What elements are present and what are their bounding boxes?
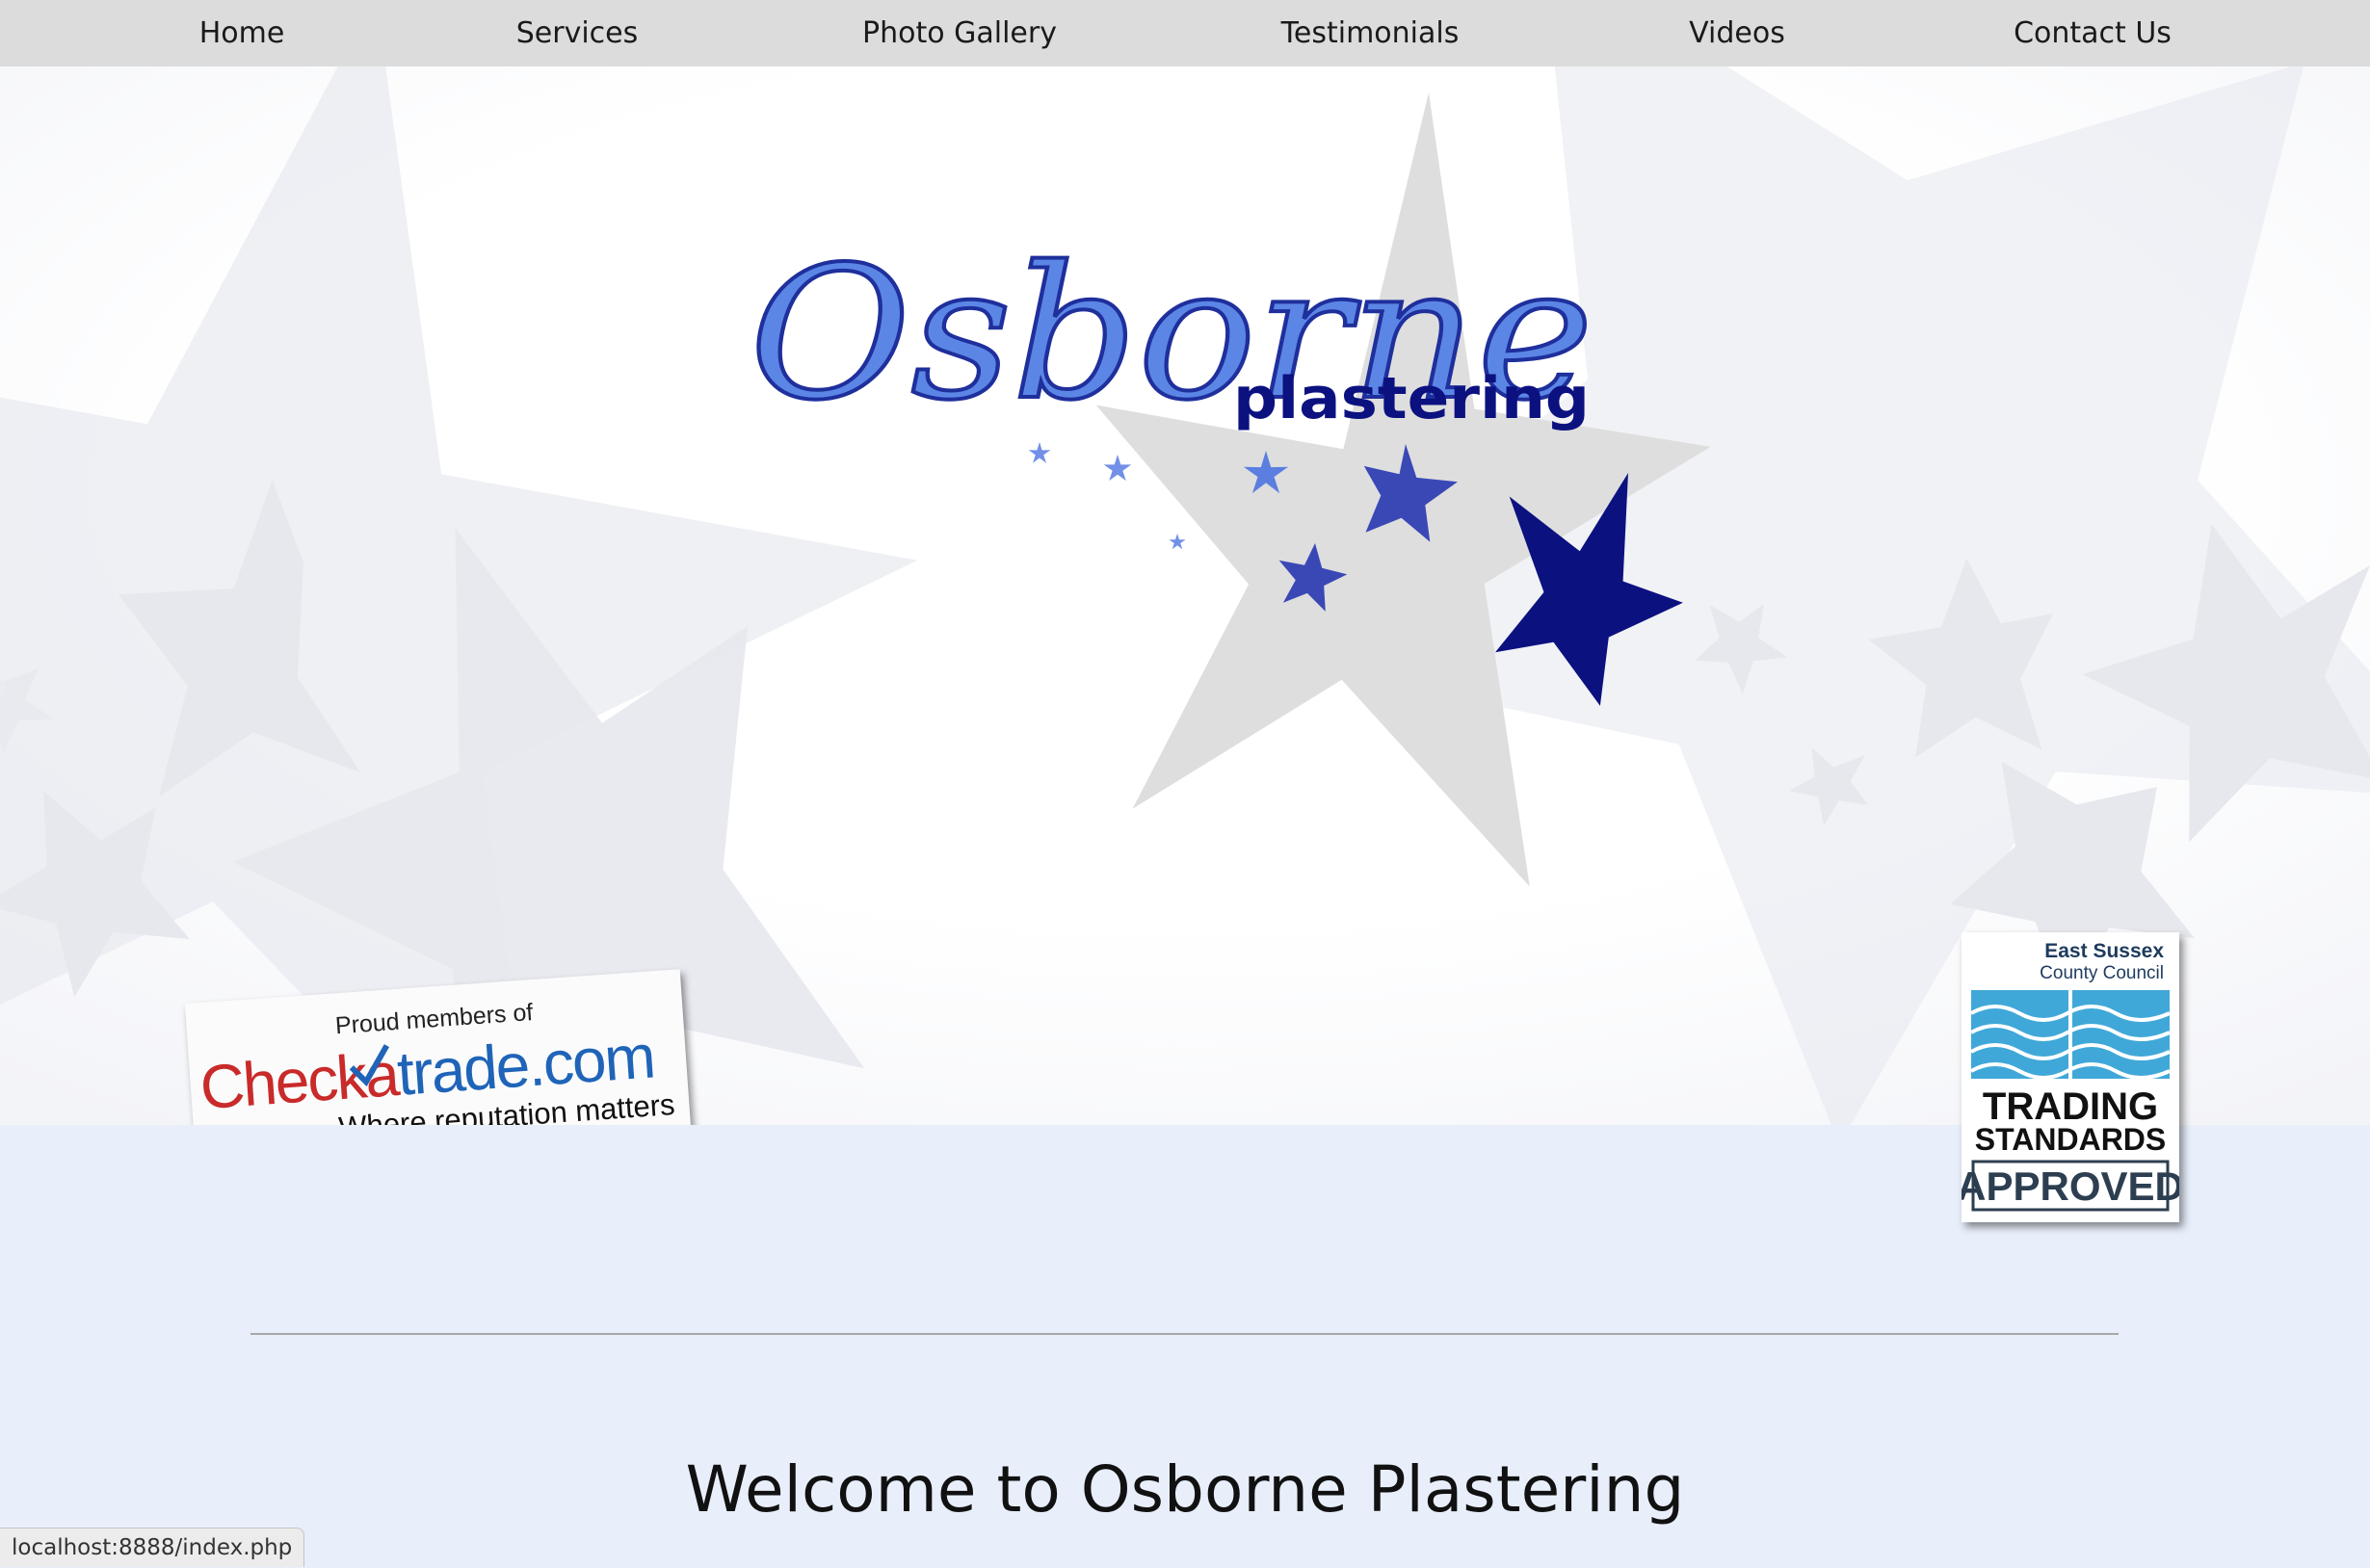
council-name-line2: County Council: [2040, 963, 2164, 983]
nav-contact-us-link[interactable]: Contact Us: [2014, 0, 2172, 66]
waves-icon: [1970, 990, 2171, 1080]
council-name-line1: East Sussex: [2044, 940, 2164, 962]
nav-photo-gallery-link[interactable]: Photo Gallery: [862, 0, 1057, 66]
checkatrade-brand-trade: trade: [395, 1031, 531, 1109]
checkatrade-brand-com: .com: [526, 1021, 656, 1099]
trading-line2: STANDARDS: [1975, 1122, 2167, 1157]
section-divider: [250, 1333, 2119, 1335]
status-url: localhost:8888/index.php: [0, 1528, 305, 1567]
trading-line3: APPROVED: [1962, 1163, 2179, 1209]
trading-standards-graphic: East Sussex County Council TRADING STAND…: [1957, 940, 2184, 1212]
nav-bar: Home Services Photo Gallery Testimonials…: [0, 0, 2370, 66]
welcome-heading: Welcome to Osborne Plastering: [685, 1452, 1685, 1527]
trading-standards-badge[interactable]: East Sussex County Council TRADING STAND…: [1957, 932, 2184, 1222]
nav-services-link[interactable]: Services: [516, 0, 639, 66]
nav-testimonials-link[interactable]: Testimonials: [1281, 0, 1460, 66]
logo-sub-text: plastering: [1233, 365, 1590, 432]
nav-videos-link[interactable]: Videos: [1689, 0, 1785, 66]
nav-home-link[interactable]: Home: [199, 0, 285, 66]
